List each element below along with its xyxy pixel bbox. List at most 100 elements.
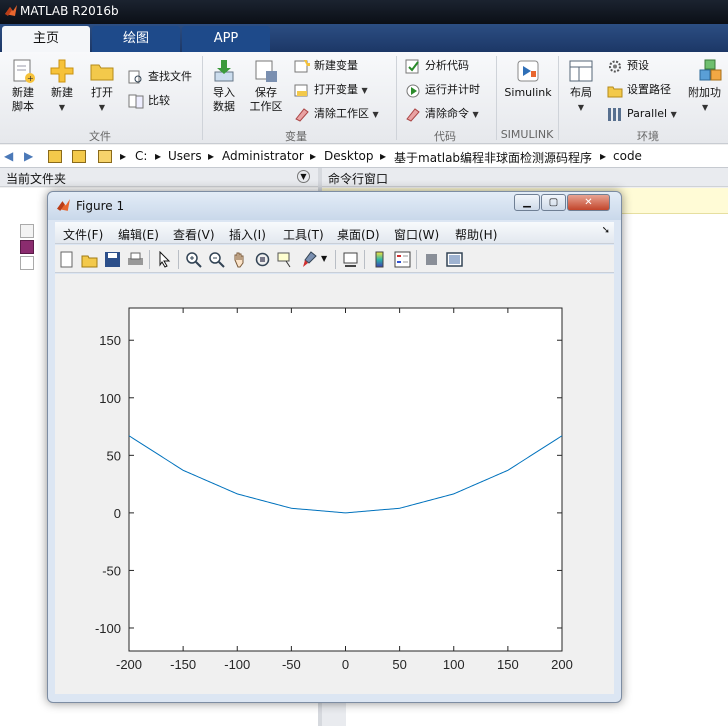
chevron-down-icon: ▼ <box>98 103 106 112</box>
menu-help[interactable]: 帮助(H) <box>455 226 497 243</box>
app-title: MATLAB R2016b <box>20 4 119 18</box>
parallel-button[interactable]: Parallel ▼ <box>607 107 677 122</box>
section-file: 文件 <box>89 130 111 143</box>
axes-box <box>128 307 563 652</box>
figure-titlebar[interactable]: Figure 1 ▁ ▢ ✕ <box>48 192 621 220</box>
breadcrumb-item[interactable]: Administrator <box>222 149 304 163</box>
section-simulink: SIMULINK <box>500 128 554 141</box>
layout-button[interactable]: 布局 ▼ <box>564 58 598 115</box>
link-plot-icon[interactable] <box>342 251 359 268</box>
forward-arrow-icon[interactable]: ▶ <box>24 149 33 163</box>
section-code: 代码 <box>434 130 456 143</box>
breadcrumb-item[interactable]: 基于matlab编程非球面检测源码程序 <box>394 149 592 166</box>
open-variable-label: 打开变量 <box>314 83 358 96</box>
menu-desktop[interactable]: 桌面(D) <box>337 226 380 243</box>
save-icon[interactable] <box>104 251 121 268</box>
chevron-down-icon[interactable]: ▼ <box>321 254 327 263</box>
addons-button[interactable]: 附加功 ▼ <box>688 58 728 115</box>
figure-canvas[interactable]: -200 -150 -100 -50 0 50 100 150 200 -100 -50 0 50 100… <box>55 274 614 694</box>
new-script-label: 新建 脚本 <box>12 86 34 113</box>
x-tick-label: 200 <box>551 657 573 672</box>
compare-button[interactable]: 比较 <box>128 94 170 109</box>
find-files-button[interactable]: 查找文件 <box>128 70 192 84</box>
x-tick-label: -200 <box>116 657 142 672</box>
ribbon-separator <box>202 56 203 140</box>
zoom-in-icon[interactable] <box>185 251 202 268</box>
breadcrumb-item[interactable]: Desktop <box>324 149 374 163</box>
menu-edit[interactable]: 编辑(E) <box>118 226 159 243</box>
open-variable-button[interactable]: 打开变量 ▼ <box>294 83 368 98</box>
tab-apps[interactable]: APP <box>182 26 270 52</box>
set-path-button[interactable]: 设置路径 <box>607 83 671 98</box>
dock-arrow-icon[interactable]: ➘ <box>602 225 610 236</box>
back-arrow-icon[interactable]: ◀ <box>4 149 13 163</box>
x-tick-label: 0 <box>342 657 349 672</box>
run-and-time-button[interactable]: 运行并计时 <box>405 83 480 98</box>
ribbon-tabs: 主页 绘图 APP <box>0 24 728 52</box>
clear-commands-label: 清除命令 <box>425 107 469 120</box>
simulink-button[interactable]: Simulink <box>502 58 554 100</box>
hide-plot-tools-icon[interactable] <box>423 251 440 268</box>
plot-area[interactable]: -200 -150 -100 -50 0 50 100 150 200 -100 -50 0 50 100… <box>55 274 614 694</box>
layout-label: 布局 <box>570 86 592 99</box>
new-variable-button[interactable]: 新建变量 <box>294 59 358 73</box>
menu-file[interactable]: 文件(F) <box>63 226 103 243</box>
menu-view[interactable]: 查看(V) <box>173 226 215 243</box>
figure-window[interactable]: Figure 1 ▁ ▢ ✕ 文件(F) 编辑(E) 查看(V) 插入(I) 工… <box>47 191 622 703</box>
show-plot-tools-icon[interactable] <box>446 251 463 268</box>
clear-commands-button[interactable]: 清除命令 ▼ <box>405 107 479 122</box>
tab-plots[interactable]: 绘图 <box>92 26 180 52</box>
close-button[interactable]: ✕ <box>567 194 610 211</box>
new-script-button[interactable]: + 新建 脚本 <box>6 58 40 114</box>
menu-tools[interactable]: 工具(T) <box>283 226 324 243</box>
up-folder-icon[interactable] <box>48 150 62 163</box>
layout-icon <box>569 60 593 82</box>
analyze-code-icon <box>405 59 419 74</box>
address-bar: ◀ ▶ ▸ C: ▸ Users ▸ Administrator ▸ Deskt… <box>0 145 728 168</box>
breadcrumb-item[interactable]: code <box>613 149 642 163</box>
new-label: 新建 <box>51 86 73 99</box>
import-data-label: 导入 数据 <box>213 86 235 113</box>
zoom-out-icon[interactable] <box>208 251 225 268</box>
new-figure-icon[interactable] <box>58 251 75 268</box>
pointer-icon[interactable] <box>156 251 173 268</box>
breadcrumb-item[interactable]: Users <box>168 149 202 163</box>
panel-menu-icon[interactable]: ▼ <box>297 170 310 183</box>
analyze-code-label: 分析代码 <box>425 59 469 72</box>
legend-icon[interactable] <box>394 251 411 268</box>
x-tick-label: 100 <box>443 657 465 672</box>
new-plus-icon <box>50 59 74 83</box>
clear-workspace-label: 清除工作区 <box>314 107 369 120</box>
breadcrumb-item[interactable]: C: <box>135 149 147 163</box>
menu-insert[interactable]: 插入(I) <box>229 226 266 243</box>
colorbar-icon[interactable] <box>371 251 388 268</box>
tab-home[interactable]: 主页 <box>2 26 90 52</box>
open-file-icon[interactable] <box>81 251 98 268</box>
run-and-time-icon <box>406 84 420 98</box>
brush-icon[interactable] <box>300 251 317 268</box>
browse-folder-icon[interactable] <box>72 150 86 163</box>
data-cursor-icon[interactable] <box>277 251 294 268</box>
svg-text:+: + <box>27 74 34 83</box>
open-button[interactable]: 打开 ▼ <box>86 58 118 115</box>
import-data-button[interactable]: 导入 数据 <box>206 58 242 114</box>
save-workspace-button[interactable]: 保存 工作区 <box>246 58 286 114</box>
minimize-button[interactable]: ▁ <box>514 194 540 211</box>
addons-cubes-icon <box>699 59 722 81</box>
maximize-button[interactable]: ▢ <box>541 194 566 211</box>
set-path-label: 设置路径 <box>627 83 671 96</box>
chevron-down-icon: ▼ <box>372 110 379 119</box>
chevron-down-icon: ▼ <box>670 110 677 119</box>
rotate-3d-icon[interactable] <box>254 251 271 268</box>
folder-icon <box>98 150 112 163</box>
pan-hand-icon[interactable] <box>231 251 248 268</box>
preferences-button[interactable]: 预设 <box>607 59 649 73</box>
x-tick-label: -50 <box>282 657 301 672</box>
analyze-code-button[interactable]: 分析代码 <box>405 59 469 74</box>
clear-workspace-button[interactable]: 清除工作区 ▼ <box>294 107 379 122</box>
print-icon[interactable] <box>127 251 144 268</box>
toolbar-separator <box>149 250 150 269</box>
new-button[interactable]: 新建 ▼ <box>46 58 78 115</box>
gear-icon <box>609 60 621 73</box>
menu-window[interactable]: 窗口(W) <box>394 226 439 243</box>
